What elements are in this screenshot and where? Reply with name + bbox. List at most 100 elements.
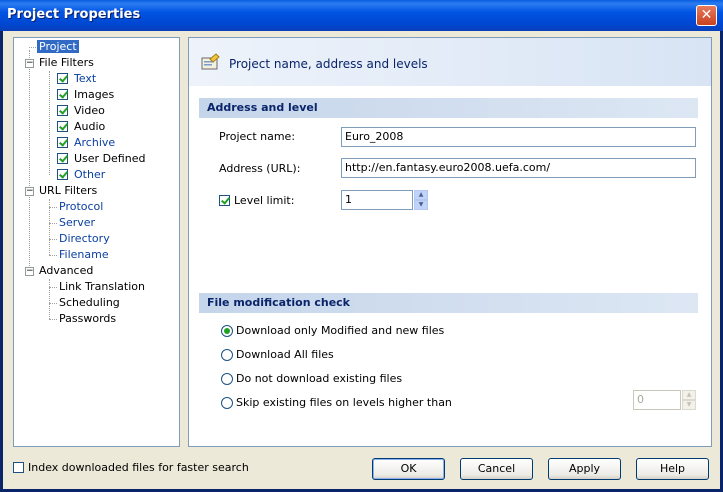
radio-label: Download All files [236, 348, 334, 361]
level-limit-spinner[interactable]: ▲ ▼ [414, 190, 428, 210]
collapse-icon[interactable]: − [25, 267, 34, 276]
tree-item-label: Archive [74, 136, 116, 149]
spin-down-icon[interactable]: ▼ [414, 200, 428, 210]
tree-item-images[interactable]: Images [57, 87, 116, 103]
cancel-button[interactable]: Cancel [460, 458, 533, 480]
spin-up-icon[interactable]: ▲ [414, 190, 428, 200]
checkbox-icon[interactable] [57, 169, 68, 180]
level-limit-checkbox[interactable]: Level limit: [219, 194, 294, 207]
panel-header: Project name, address and levels [189, 38, 711, 86]
radio-skip-existing-levels[interactable] [221, 397, 233, 409]
index-files-checkbox[interactable]: Index downloaded files for faster search [13, 461, 249, 474]
tree-item-protocol[interactable]: Protocol [57, 199, 105, 215]
radio-do-not-download-existing[interactable] [221, 373, 233, 385]
tree-item-label: Passwords [59, 312, 117, 325]
tree-item-label: Server [59, 216, 96, 229]
level-limit-input[interactable]: 1 [341, 190, 413, 210]
tree-item-advanced[interactable]: Advanced [37, 263, 95, 279]
settings-tree[interactable]: Project − File Filters Text Images Video… [13, 37, 180, 447]
project-properties-icon [201, 53, 220, 70]
dialog-client-area: Project − File Filters Text Images Video… [3, 31, 720, 489]
window-title: Project Properties [7, 7, 141, 22]
checkbox-icon[interactable] [219, 195, 230, 206]
tree-item-user-defined[interactable]: User Defined [57, 151, 147, 167]
tree-item-passwords[interactable]: Passwords [57, 311, 118, 327]
tree-item-label: Text [74, 72, 97, 85]
tree-item-archive[interactable]: Archive [57, 135, 117, 151]
title-bar[interactable]: Project Properties ✕ [0, 0, 723, 31]
apply-button[interactable]: Apply [548, 458, 621, 480]
tree-item-video[interactable]: Video [57, 103, 107, 119]
skip-level-input[interactable]: 0 [633, 390, 681, 410]
checkbox-icon[interactable] [57, 121, 68, 132]
tree-item-directory[interactable]: Directory [57, 231, 112, 247]
tree-line [49, 239, 57, 240]
tree-item-url-filters[interactable]: URL Filters [37, 183, 99, 199]
tree-line [29, 50, 30, 276]
section-file-modification-check: File modification check [199, 293, 698, 313]
section-address-and-level: Address and level [199, 98, 698, 118]
radio-label: Download only Modified and new files [236, 324, 445, 337]
section-title: Address and level [207, 101, 318, 114]
tree-line [49, 287, 57, 288]
level-limit-label: Level limit: [234, 194, 295, 207]
close-icon: ✕ [700, 7, 713, 23]
index-files-label: Index downloaded files for faster search [28, 461, 249, 474]
tree-item-label: Advanced [39, 264, 94, 277]
tree-line [49, 207, 57, 208]
tree-item-label: Audio [74, 120, 106, 133]
tree-item-label: Scheduling [59, 296, 120, 309]
tree-line [49, 223, 57, 224]
tree-item-label: Video [74, 104, 105, 117]
spin-up-icon[interactable]: ▲ [682, 390, 696, 400]
tree-item-filename[interactable]: Filename [57, 247, 111, 263]
tree-line [49, 279, 50, 319]
checkbox-icon[interactable] [57, 89, 68, 100]
tree-item-text[interactable]: Text [57, 71, 98, 87]
tree-item-label: Filename [59, 248, 109, 261]
tree-item-link-translation[interactable]: Link Translation [57, 279, 147, 295]
properties-panel: Project name, address and levels Address… [188, 37, 712, 447]
radio-label: Do not download existing files [236, 372, 403, 385]
tree-item-file-filters[interactable]: File Filters [37, 55, 96, 71]
tree-item-label: File Filters [39, 56, 94, 69]
tree-line [49, 303, 57, 304]
radio-label: Skip existing files on levels higher tha… [236, 396, 452, 409]
checkbox-icon[interactable] [13, 462, 24, 473]
project-name-input[interactable]: Euro_2008 [341, 127, 696, 147]
spin-down-icon[interactable]: ▼ [682, 400, 696, 410]
tree-item-server[interactable]: Server [57, 215, 97, 231]
tree-line [49, 319, 57, 320]
collapse-icon[interactable]: − [25, 59, 34, 68]
checkbox-icon[interactable] [57, 153, 68, 164]
tree-item-label: Link Translation [59, 280, 145, 293]
address-url-input[interactable]: http://en.fantasy.euro2008.uefa.com/ [341, 158, 696, 178]
tree-item-label: Protocol [59, 200, 104, 213]
checkbox-icon[interactable] [57, 105, 68, 116]
checkbox-icon[interactable] [57, 137, 68, 148]
ok-button[interactable]: OK [372, 458, 445, 480]
tree-line [49, 255, 57, 256]
tree-item-label: User Defined [74, 152, 146, 165]
tree-item-other[interactable]: Other [57, 167, 107, 183]
tree-item-label: Other [74, 168, 106, 181]
tree-item-label: Images [74, 88, 115, 101]
tree-item-label: Project [37, 40, 79, 53]
collapse-icon[interactable]: − [25, 187, 34, 196]
tree-item-scheduling[interactable]: Scheduling [57, 295, 122, 311]
checkbox-icon[interactable] [57, 73, 68, 84]
tree-item-label: URL Filters [39, 184, 98, 197]
section-title: File modification check [207, 296, 350, 309]
help-button[interactable]: Help [636, 458, 709, 480]
tree-item-project[interactable]: Project [37, 39, 79, 55]
skip-level-spinner[interactable]: ▲ ▼ [682, 390, 696, 410]
address-label: Address (URL): [219, 162, 301, 175]
radio-download-all[interactable] [221, 349, 233, 361]
project-properties-window: Project Properties ✕ Project − File Filt… [0, 0, 723, 492]
tree-item-audio[interactable]: Audio [57, 119, 107, 135]
project-name-label: Project name: [219, 130, 296, 143]
close-button[interactable]: ✕ [696, 5, 717, 26]
radio-download-modified[interactable] [221, 325, 233, 337]
tree-line [49, 71, 50, 175]
panel-title: Project name, address and levels [229, 57, 428, 71]
